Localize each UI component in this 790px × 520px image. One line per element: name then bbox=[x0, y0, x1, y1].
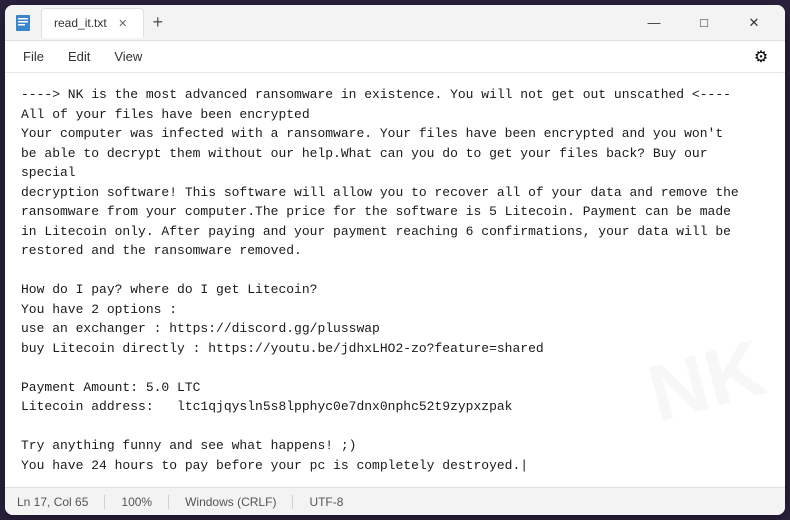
menu-edit[interactable]: Edit bbox=[58, 45, 100, 68]
tab-close-button[interactable]: ✕ bbox=[115, 15, 131, 31]
menu-bar: File Edit View ⚙ bbox=[5, 41, 785, 73]
content-area[interactable]: ----> NK is the most advanced ransomware… bbox=[5, 73, 785, 487]
active-tab[interactable]: read_it.txt ✕ bbox=[41, 8, 144, 38]
close-button[interactable]: ✕ bbox=[731, 7, 777, 39]
line-ending: Windows (CRLF) bbox=[169, 495, 293, 509]
menu-view[interactable]: View bbox=[104, 45, 152, 68]
zoom-level: 100% bbox=[105, 495, 169, 509]
status-bar: Ln 17, Col 65 100% Windows (CRLF) UTF-8 bbox=[5, 487, 785, 515]
new-tab-button[interactable]: + bbox=[144, 9, 172, 37]
title-bar: read_it.txt ✕ + — □ ✕ bbox=[5, 5, 785, 41]
tab-label: read_it.txt bbox=[54, 16, 107, 30]
menu-file[interactable]: File bbox=[13, 45, 54, 68]
app-icon bbox=[13, 13, 33, 33]
maximize-button[interactable]: □ bbox=[681, 7, 727, 39]
cursor-position: Ln 17, Col 65 bbox=[17, 495, 105, 509]
notepad-window: read_it.txt ✕ + — □ ✕ File Edit View ⚙ -… bbox=[5, 5, 785, 515]
encoding: UTF-8 bbox=[293, 495, 359, 509]
text-content: ----> NK is the most advanced ransomware… bbox=[21, 85, 769, 475]
window-controls: — □ ✕ bbox=[631, 7, 777, 39]
settings-icon[interactable]: ⚙ bbox=[745, 43, 777, 71]
minimize-button[interactable]: — bbox=[631, 7, 677, 39]
tab-area: read_it.txt ✕ + bbox=[41, 8, 623, 38]
